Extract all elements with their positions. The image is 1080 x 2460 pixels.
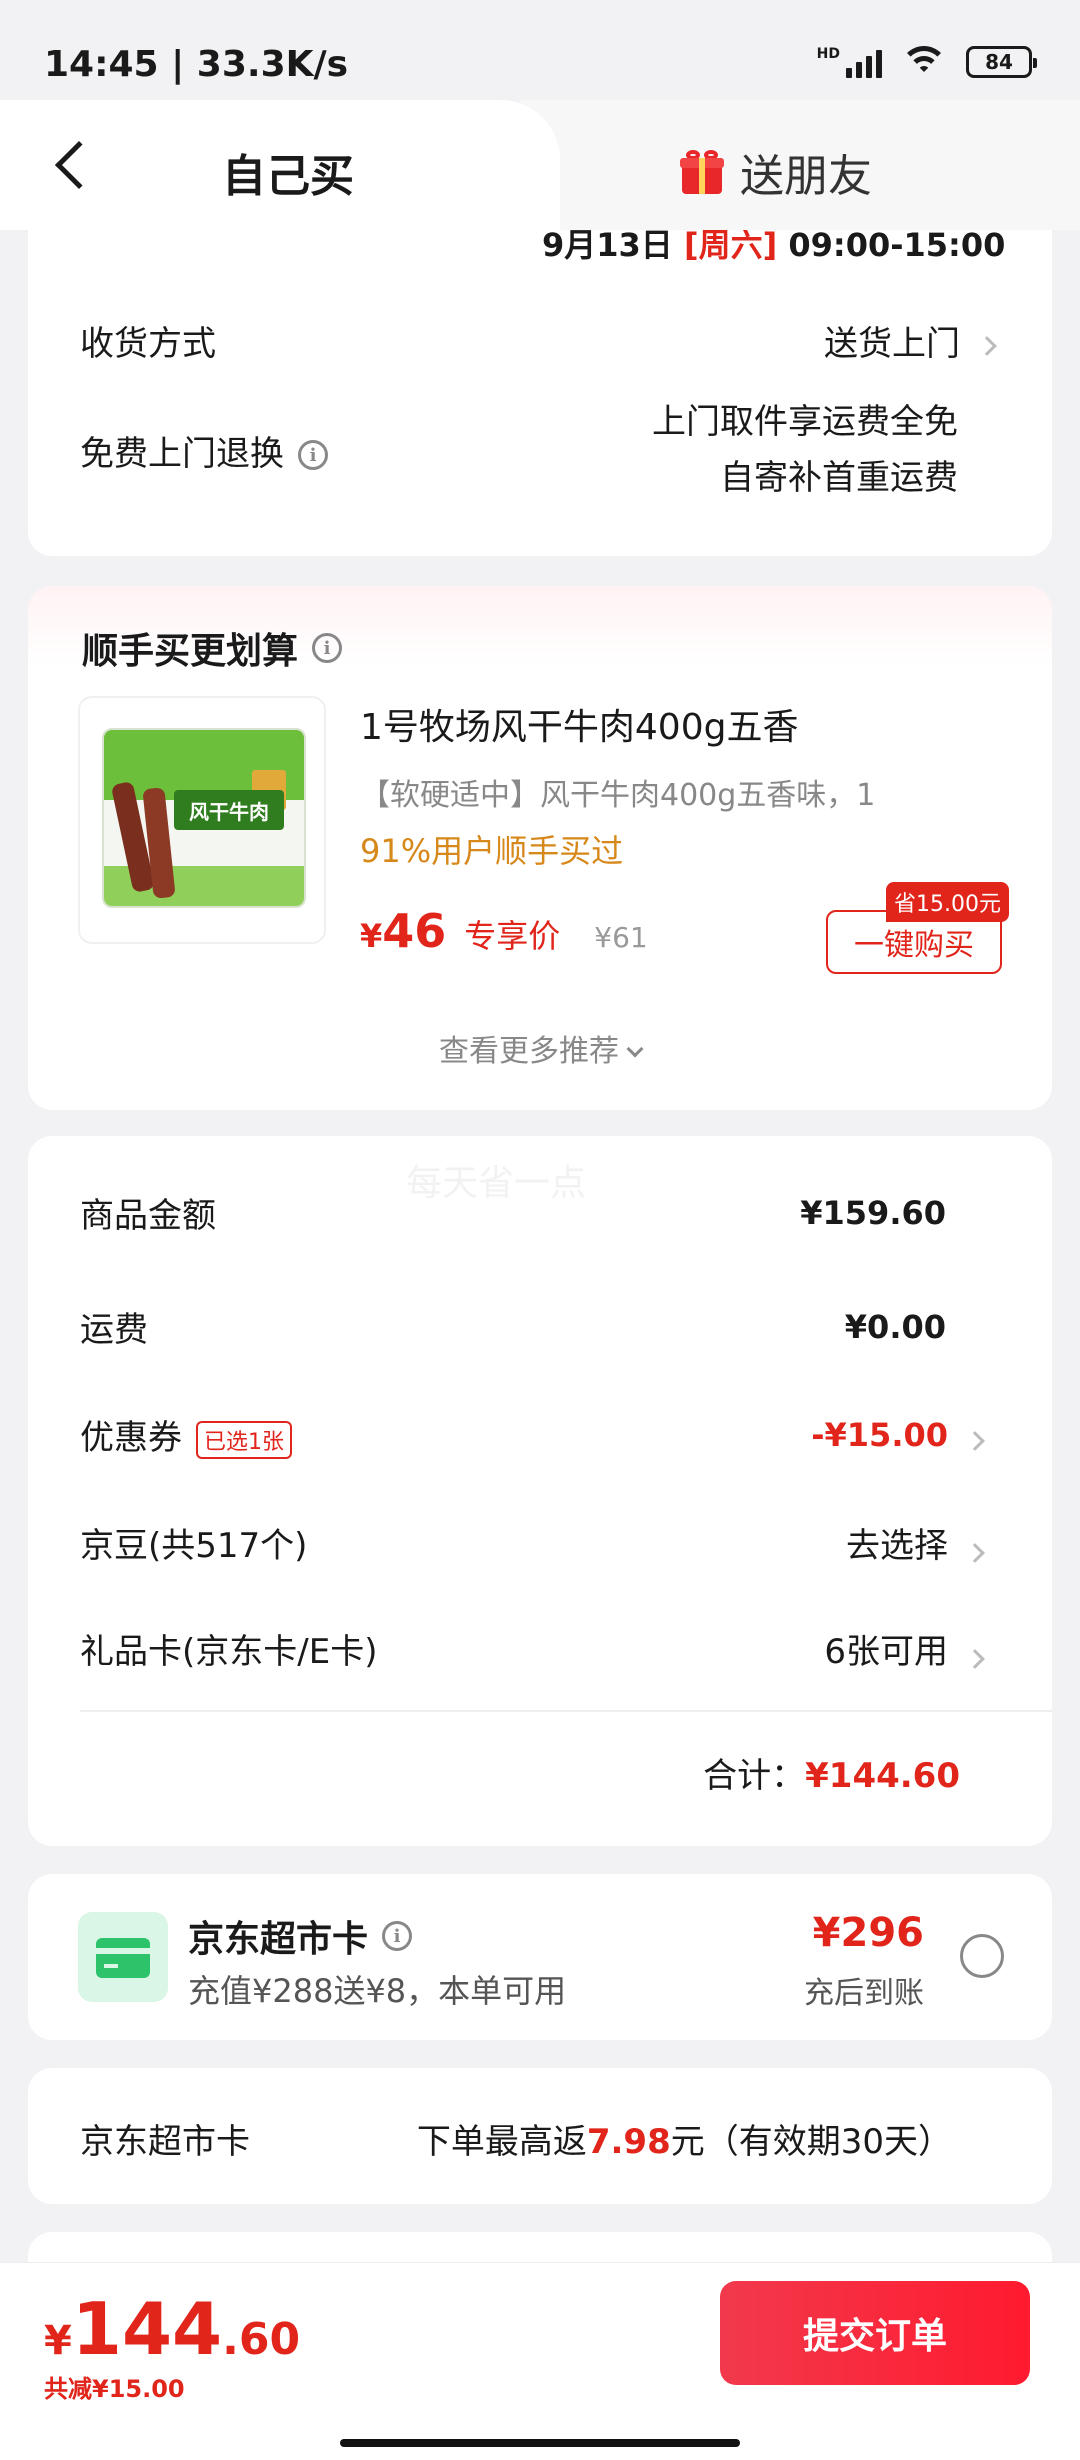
product-description: 【软硬适中】风干牛肉400g五香味，1 (360, 778, 876, 813)
header: 送朋友 自己买 (0, 100, 1080, 230)
supermarket-card-price: ¥296 (812, 1910, 924, 1956)
shipping-row: 运费 ¥0.00 (80, 1307, 946, 1351)
card-icon (78, 1912, 168, 2002)
product-purchase-rate: 91%用户顺手买过 (360, 832, 624, 870)
delivery-method-row[interactable]: 收货方式 送货上门 (80, 316, 1000, 365)
supermarket-card-radio[interactable] (960, 1934, 1004, 1978)
tab-gift-label: 送朋友 (740, 151, 872, 202)
supermarket-card-offer[interactable]: 京东超市卡 i 充值¥288送¥8，本单可用 ¥296 充后到账 (28, 1874, 1052, 2040)
save-badge: 省15.00元 (886, 882, 1009, 922)
delivery-method-label: 收货方式 (80, 324, 216, 364)
rebate-label: 京东超市卡 (80, 2122, 250, 2162)
gift-card-row[interactable]: 礼品卡(京东卡/E卡) 6张可用 (80, 1624, 988, 1673)
tab-self[interactable]: 自己买 (0, 100, 560, 230)
order-total: ¥ 144 .60 (44, 2287, 301, 2371)
tab-gift[interactable]: 送朋友 (520, 100, 1080, 230)
free-return-row: 免费上门退换 i 上门取件享运费全免 自寄补首重运费 (80, 394, 1000, 506)
price-summary-card: 每天省一点 商品金额 ¥159.60 运费 ¥0.00 优惠券 已选1张 -¥15… (28, 1136, 1052, 1846)
chevron-down-icon (626, 1040, 644, 1058)
delivery-method-value: 送货上门 (824, 324, 960, 364)
product-name[interactable]: 1号牧场风干牛肉400g五香 (360, 698, 798, 750)
status-icons: HD 84 (817, 44, 1037, 80)
addon-card: 顺手买更划算 i 风干牛肉 1号牧场风干牛肉400g五香 【软硬适中】风干牛肉40… (28, 586, 1052, 1110)
bottom-bar: ¥ 144 .60 共减¥15.00 提交订单 (0, 2262, 1080, 2460)
info-icon[interactable]: i (382, 1921, 413, 1951)
tab-self-label: 自己买 (222, 151, 354, 202)
product-image-brand: 风干牛肉 (174, 790, 284, 830)
coupon-row[interactable]: 优惠券 已选1张 -¥15.00 (80, 1410, 988, 1459)
supermarket-rebate-card: 京东超市卡 下单最高返7.98元（有效期30天） (28, 2068, 1052, 2204)
free-return-value: 上门取件享运费全免 自寄补首重运费 (652, 402, 958, 498)
info-icon[interactable]: i (298, 440, 328, 470)
goods-amount-row: 商品金额 ¥159.60 (80, 1193, 946, 1237)
gift-icon (680, 150, 724, 194)
submit-order-button[interactable]: 提交订单 (720, 2281, 1030, 2385)
supermarket-card-after: 充后到账 (804, 1976, 924, 2011)
status-time: 14:45 | 33.3K/s (44, 44, 349, 85)
info-icon[interactable]: i (312, 633, 343, 663)
delivery-card: 9月13日 [周六] 09:00-15:00 收货方式 送货上门 免费上门退换 i… (28, 200, 1052, 556)
product-image[interactable]: 风干牛肉 (78, 696, 326, 944)
status-bar: 14:45 | 33.3K/s HD 84 (0, 0, 1080, 100)
cellular-signal-icon: HD (817, 46, 882, 78)
divider (80, 1710, 1052, 1712)
rebate-value: 下单最高返7.98元（有效期30天） (416, 2122, 952, 2162)
chevron-right-icon (977, 335, 997, 356)
total-saved: 共减¥15.00 (44, 2375, 185, 2403)
chevron-right-icon (965, 1542, 985, 1563)
wifi-icon (900, 44, 948, 80)
jingdou-row[interactable]: 京豆(共517个) 去选择 (80, 1518, 988, 1567)
battery-icon: 84 (966, 46, 1037, 78)
chevron-right-icon (965, 1648, 985, 1669)
coupon-selected-badge: 已选1张 (196, 1420, 292, 1459)
addon-title: 顺手买更划算 (82, 631, 299, 672)
back-arrow-icon[interactable] (54, 140, 104, 190)
product-price: ¥ 46 专享价 ¥61 (360, 904, 648, 958)
network-type-label: HD (816, 46, 840, 62)
chevron-right-icon (965, 1431, 985, 1451)
supermarket-card-title: 京东超市卡 (188, 1919, 369, 1960)
more-recommendations[interactable]: 查看更多推荐 (28, 1026, 1052, 1070)
home-indicator[interactable] (340, 2439, 740, 2447)
original-price: ¥61 (594, 921, 648, 954)
free-return-label: 免费上门退换 (80, 433, 284, 474)
price-tag: 专享价 (464, 917, 561, 955)
subtotal: 合计：¥144.60 (703, 1756, 960, 1796)
supermarket-card-subtitle: 充值¥288送¥8，本单可用 (188, 1972, 567, 2010)
